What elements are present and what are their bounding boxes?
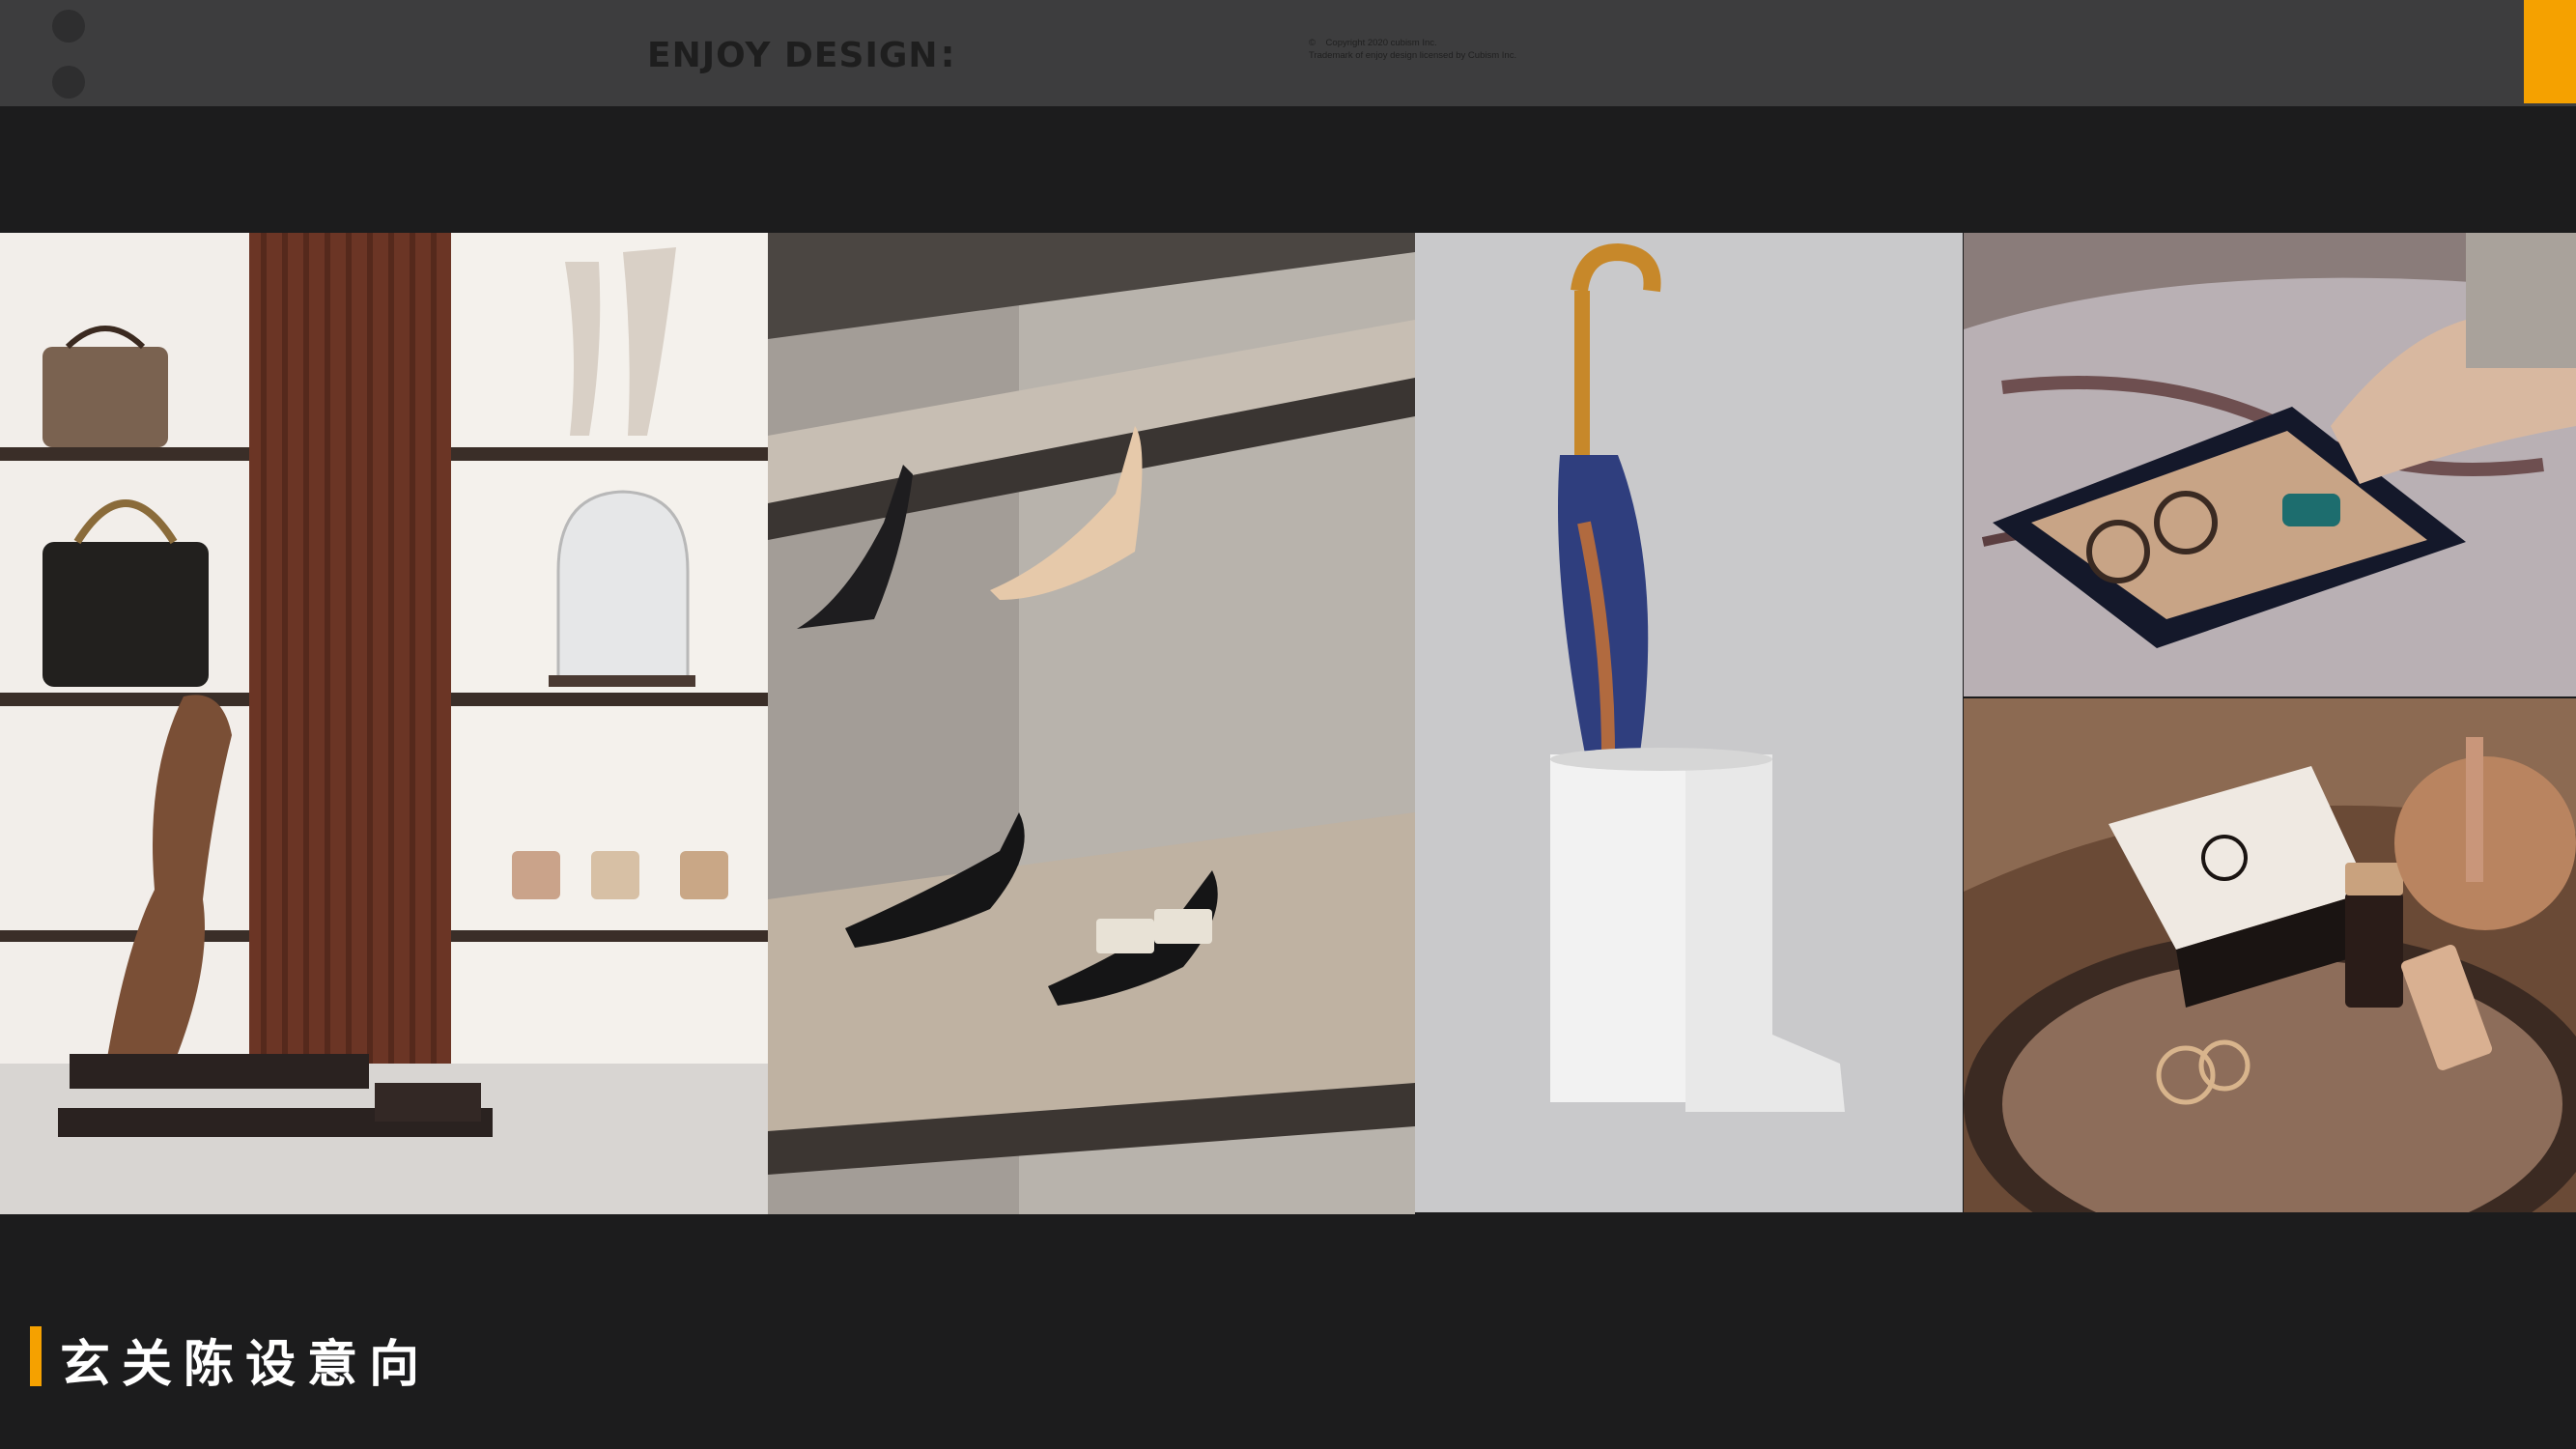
copyright-notice: © Copyright 2020 cubism Inc. Trademark o…	[1309, 37, 1516, 62]
dot-icon	[52, 10, 85, 43]
header-dots	[52, 10, 87, 122]
brand-text: ENJOY DESIGN	[647, 36, 939, 75]
dot-icon	[52, 66, 85, 99]
gallery-image-boutique	[0, 233, 768, 1214]
copyright-line-2: Trademark of enjoy design licensed by Cu…	[1309, 50, 1517, 61]
gallery-image-vanity-tray	[1964, 698, 2576, 1212]
section-title: 玄关陈设意向	[60, 1336, 432, 1394]
gallery-image-shoe-shelves	[768, 233, 1415, 1214]
brand-logo: ENJOY DESIGN:	[647, 33, 956, 75]
copyright-line-1: © Copyright 2020 cubism Inc.	[1309, 38, 1437, 48]
accent-tab	[2524, 0, 2576, 103]
top-header: ENJOY DESIGN: © Copyright 2020 cubism In…	[0, 0, 2576, 106]
caption-accent-bar	[30, 1326, 42, 1386]
brand-mark: :	[940, 33, 956, 75]
gallery-image-valet-tray	[1964, 233, 2576, 696]
gallery-image-umbrella-stand	[1415, 233, 1963, 1212]
